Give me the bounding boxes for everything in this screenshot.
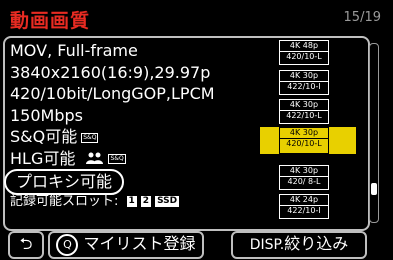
filter-label: 絞り込み — [284, 234, 349, 253]
info-line-bitrate: 150Mbps — [10, 105, 83, 125]
q-icon: Q — [56, 233, 79, 256]
scrollbar[interactable] — [369, 43, 379, 223]
sq-icon: S&Q — [81, 132, 99, 143]
info-line-sq: S&Q可能 S&Q — [10, 126, 260, 148]
hlg-label: HLG可能 — [10, 148, 76, 168]
slot-1-icon: 1 — [126, 195, 137, 207]
info-line-hlg: HLG可能 S&Q — [10, 148, 260, 170]
disp-label: DISP. — [249, 237, 285, 253]
info-line-format: MOV, Full-frame — [10, 41, 138, 60]
info-line-codec: 420/10bit/LongGOP,LPCM — [10, 84, 215, 103]
mode-item[interactable]: 4K 24p 422/10-I — [279, 194, 329, 219]
back-icon: ⮌ — [19, 234, 33, 253]
slot-ssd-icon: SSD — [155, 195, 180, 207]
info-line-slots: 記録可能スロット: 1 2 SSD — [10, 191, 260, 213]
back-button[interactable]: ⮌ — [8, 231, 44, 259]
mode-item[interactable]: 4K 48p 420/10-L — [279, 40, 329, 65]
info-panel: MOV, Full-frame 3840x2160(16:9),29.97p 4… — [4, 40, 260, 213]
bottom-bar: ⮌ Q マイリスト登録 DISP.絞り込み — [8, 231, 386, 259]
mode-item-selected[interactable]: 4K 30p 420/10-L — [260, 127, 356, 154]
sq-label: S&Q可能 — [10, 127, 78, 146]
mylist-label: マイリスト登録 — [83, 234, 196, 253]
scrollbar-thumb[interactable] — [371, 183, 377, 195]
info-line-resolution: 3840x2160(16:9),29.97p — [10, 62, 211, 82]
menu-title: 動画画質 — [10, 10, 91, 32]
slot-2-icon: 2 — [140, 195, 152, 207]
page-indicator: 15/19 — [343, 10, 381, 25]
mylist-button[interactable]: Q マイリスト登録 — [48, 231, 204, 259]
mode-item[interactable]: 4K 30p 420/ 8-L — [279, 165, 329, 190]
screen: 動画画質 15/19 MOV, Full-frame 3840x2160(16:… — [0, 0, 393, 260]
people-icon — [86, 148, 104, 170]
slots-label: 記録可能スロット: — [10, 193, 119, 209]
hlg-sq-icon: S&Q — [108, 154, 126, 164]
mode-item[interactable]: 4K 30p 422/10-L — [279, 99, 329, 124]
mode-item[interactable]: 4K 30p 422/10-I — [279, 70, 329, 95]
disp-filter-button[interactable]: DISP.絞り込み — [231, 231, 367, 259]
info-line-proxy: プロキシ可能 — [4, 169, 260, 195]
